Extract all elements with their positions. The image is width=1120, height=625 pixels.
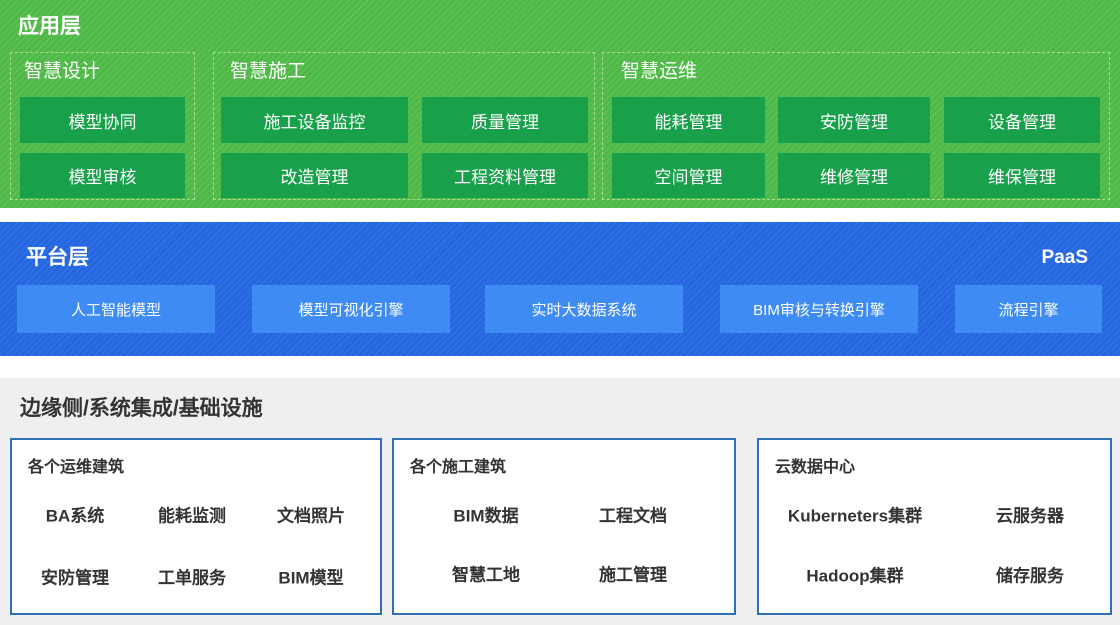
app-module: 模型协同 — [20, 97, 185, 143]
platform-component: 流程引擎 — [955, 285, 1102, 333]
operation-buildings-panel: 各个运维建筑 BA系统 能耗监测 文档照片 安防管理 工单服务 BIM模型 — [10, 438, 382, 615]
app-module: 维修管理 — [778, 153, 930, 198]
app-module: 改造管理 — [221, 153, 408, 198]
infra-item: BIM模型 — [278, 568, 344, 588]
smart-operation-group: 智慧运维 能耗管理 安防管理 设备管理 空间管理 维修管理 维保管理 — [602, 52, 1110, 200]
smart-design-group: 智慧设计 模型协同 模型审核 — [10, 52, 195, 200]
platform-layer: 平台层 PaaS 人工智能模型 模型可视化引擎 实时大数据系统 BIM审核与转换… — [0, 222, 1120, 356]
panel-title: 各个施工建筑 — [410, 459, 507, 476]
platform-component: 模型可视化引擎 — [252, 285, 450, 333]
infra-item: Hadoop集群 — [806, 566, 904, 586]
infra-item: Kuberneters集群 — [787, 506, 923, 526]
infra-item: 安防管理 — [41, 568, 109, 588]
panel-title: 云数据中心 — [775, 459, 856, 476]
infra-item: 储存服务 — [996, 566, 1064, 586]
infra-item: 能耗监测 — [158, 506, 226, 526]
app-module: 能耗管理 — [612, 97, 765, 143]
platform-component: 人工智能模型 — [17, 285, 215, 333]
group-label: 智慧施工 — [230, 61, 307, 82]
application-layer-title: 应用层 — [18, 15, 81, 38]
infra-item: BIM数据 — [453, 506, 519, 526]
infra-item: 文档照片 — [277, 506, 345, 526]
app-module: 维保管理 — [944, 153, 1100, 198]
app-module: 安防管理 — [778, 97, 930, 143]
platform-component: 实时大数据系统 — [485, 285, 683, 333]
app-module: 模型审核 — [20, 153, 185, 198]
platform-layer-title: 平台层 — [26, 246, 89, 269]
cloud-datacenter-panel: 云数据中心 Kuberneters集群 云服务器 Hadoop集群 储存服务 — [757, 438, 1112, 615]
application-layer: 应用层 智慧设计 模型协同 模型审核 智慧施工 施工设备监控 质量管理 改造管理… — [0, 0, 1120, 208]
app-module: 工程资料管理 — [422, 153, 588, 198]
infra-item: 施工管理 — [599, 565, 667, 585]
app-module: 质量管理 — [422, 97, 588, 143]
infrastructure-layer-title: 边缘侧/系统集成/基础设施 — [20, 397, 263, 420]
infra-item: 工程文档 — [599, 506, 667, 526]
construction-buildings-panel: 各个施工建筑 BIM数据 工程文档 智慧工地 施工管理 — [392, 438, 736, 615]
app-module: 空间管理 — [612, 153, 765, 198]
infrastructure-layer: 边缘侧/系统集成/基础设施 各个运维建筑 BA系统 能耗监测 文档照片 安防管理… — [0, 378, 1120, 625]
group-label: 智慧运维 — [621, 61, 698, 82]
app-module: 设备管理 — [944, 97, 1100, 143]
smart-construction-group: 智慧施工 施工设备监控 质量管理 改造管理 工程资料管理 — [213, 52, 595, 200]
paas-label: PaaS — [1041, 247, 1088, 268]
infra-item: 云服务器 — [996, 506, 1064, 526]
infra-item: 智慧工地 — [452, 565, 520, 585]
infra-item: BA系统 — [45, 506, 105, 526]
app-module: 施工设备监控 — [221, 97, 408, 143]
group-label: 智慧设计 — [24, 61, 101, 82]
panel-title: 各个运维建筑 — [28, 459, 125, 476]
platform-component: BIM审核与转换引擎 — [720, 285, 918, 333]
infra-item: 工单服务 — [158, 568, 226, 588]
